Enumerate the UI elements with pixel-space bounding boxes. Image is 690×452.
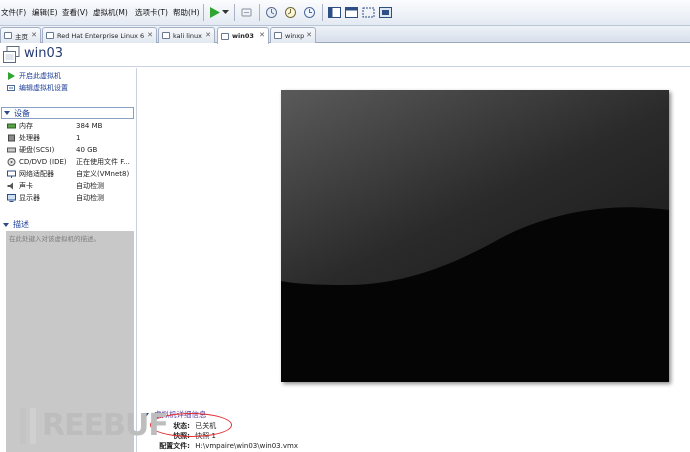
device-name: 显示器 bbox=[19, 194, 40, 202]
view-console-icon[interactable] bbox=[344, 5, 359, 20]
tab-kali[interactable]: kali linux ✕ bbox=[158, 27, 215, 43]
cdrom-icon bbox=[7, 158, 16, 166]
network-icon bbox=[7, 170, 16, 178]
edit-vm-settings-link[interactable]: 编辑虚拟机设置 bbox=[7, 83, 68, 93]
device-row-sound[interactable]: 声卡 自动检测 bbox=[7, 180, 132, 192]
cpu-icon bbox=[8, 134, 15, 142]
view-unity-icon[interactable] bbox=[378, 5, 393, 20]
watermark-text: REEBUF bbox=[42, 408, 169, 443]
section-title: 设备 bbox=[14, 108, 30, 118]
device-row-network[interactable]: 网络适配器 自定义(VMnet8) bbox=[7, 168, 132, 180]
vm-icon bbox=[274, 32, 282, 39]
device-name: 网络适配器 bbox=[19, 170, 54, 178]
command-label: 编辑虚拟机设置 bbox=[19, 84, 68, 92]
toolbar-separator bbox=[259, 4, 260, 21]
device-value: 384 MB bbox=[76, 122, 103, 130]
snapshot-manager-icon[interactable] bbox=[302, 5, 317, 20]
snapshot-take-icon[interactable] bbox=[264, 5, 279, 20]
device-row-memory[interactable]: 内存 384 MB bbox=[7, 120, 132, 132]
device-name: 处理器 bbox=[19, 134, 40, 142]
tab-label: 主页 bbox=[15, 32, 28, 41]
close-icon[interactable]: ✕ bbox=[306, 31, 312, 39]
description-placeholder: 在此处键入对该虚拟机的描述。 bbox=[9, 235, 100, 243]
vm-icon bbox=[46, 32, 54, 39]
description-section-header[interactable]: 描述 bbox=[1, 219, 134, 230]
tab-label: kali linux bbox=[173, 31, 203, 40]
play-icon bbox=[8, 72, 15, 80]
menu-toolbar-bar: 文件(F) 编辑(E) 查看(V) 虚拟机(M) 选项卡(T) 帮助(H) bbox=[0, 0, 690, 26]
device-value: 自定义(VMnet8) bbox=[76, 170, 130, 178]
device-value: 自动检测 bbox=[76, 194, 104, 202]
toolbar-separator bbox=[203, 4, 204, 21]
display-icon bbox=[7, 194, 16, 202]
close-icon[interactable]: ✕ bbox=[259, 31, 265, 39]
device-row-display[interactable]: 显示器 自动检测 bbox=[7, 192, 132, 204]
tab-winxp[interactable]: winxp ✕ bbox=[270, 27, 316, 43]
detail-row-config-file: 配置文件: H:\vmpaire\win03\win03.vmx bbox=[150, 441, 298, 451]
memory-icon bbox=[7, 123, 16, 129]
device-name: CD/DVD (IDE) bbox=[19, 158, 67, 166]
command-label: 开启此虚拟机 bbox=[19, 72, 61, 80]
collapse-arrow-icon[interactable] bbox=[3, 222, 9, 227]
toolbar-separator bbox=[322, 4, 323, 21]
sound-icon bbox=[7, 182, 13, 190]
tab-label: Red Hat Enterprise Linux 6 bbox=[57, 31, 145, 40]
power-on-icon[interactable] bbox=[207, 5, 222, 20]
tab-label: winxp bbox=[285, 31, 305, 40]
close-icon[interactable]: ✕ bbox=[147, 31, 153, 39]
devices-section-header[interactable]: 设备 bbox=[1, 107, 134, 119]
settings-icon bbox=[7, 85, 15, 91]
device-row-harddisk[interactable]: 硬盘(SCSI) 40 GB bbox=[7, 144, 132, 156]
device-value: 1 bbox=[76, 134, 81, 142]
vm-preview-screen[interactable] bbox=[281, 90, 669, 382]
vm-icon bbox=[3, 46, 20, 64]
close-icon[interactable]: ✕ bbox=[31, 31, 37, 39]
device-name: 声卡 bbox=[19, 182, 33, 190]
menu-help[interactable]: 帮助(H) bbox=[173, 7, 200, 18]
device-name: 内存 bbox=[19, 122, 33, 130]
main-panel bbox=[138, 68, 690, 452]
page-title: win03 bbox=[24, 46, 64, 61]
collapse-arrow-icon[interactable] bbox=[4, 111, 10, 115]
close-icon[interactable]: ✕ bbox=[205, 31, 211, 39]
view-normal-icon[interactable] bbox=[327, 5, 342, 20]
tab-home[interactable]: 主页 ✕ bbox=[0, 27, 41, 43]
section-title: 描述 bbox=[13, 220, 29, 229]
device-name: 硬盘(SCSI) bbox=[19, 146, 55, 154]
vm-header: win03 bbox=[0, 44, 690, 67]
vm-icon bbox=[162, 32, 170, 39]
home-icon bbox=[4, 32, 12, 39]
device-value: 40 GB bbox=[76, 146, 98, 154]
menu-file[interactable]: 文件(F) bbox=[1, 7, 26, 18]
view-fullscreen-icon[interactable] bbox=[361, 5, 376, 20]
vm-icon bbox=[221, 32, 229, 40]
device-value: 正在使用文件 F... bbox=[76, 158, 130, 166]
tab-label: win03 bbox=[232, 32, 254, 40]
menu-edit[interactable]: 编辑(E) bbox=[32, 7, 58, 18]
menu-vm[interactable]: 虚拟机(M) bbox=[93, 7, 128, 18]
dropdown-arrow-icon[interactable] bbox=[221, 5, 230, 20]
menu-view[interactable]: 查看(V) bbox=[62, 7, 88, 18]
menu-tabs[interactable]: 选项卡(T) bbox=[135, 7, 168, 18]
harddisk-icon bbox=[7, 147, 16, 153]
power-on-vm-link[interactable]: 开启此虚拟机 bbox=[7, 71, 61, 81]
snapshot-revert-icon[interactable] bbox=[283, 5, 298, 20]
device-row-cpu[interactable]: 处理器 1 bbox=[7, 132, 132, 144]
device-row-cdrom[interactable]: CD/DVD (IDE) 正在使用文件 F... bbox=[7, 156, 132, 168]
tab-win03[interactable]: win03 ✕ bbox=[217, 27, 269, 44]
tab-bar: 主页 ✕ Red Hat Enterprise Linux 6 ✕ kali l… bbox=[0, 26, 690, 44]
detail-value: H:\vmpaire\win03\win03.vmx bbox=[195, 442, 298, 450]
device-value: 自动检测 bbox=[76, 182, 104, 190]
send-ctrl-alt-del-icon[interactable] bbox=[239, 5, 254, 20]
toolbar-separator bbox=[234, 4, 235, 21]
vm-preview-graphic bbox=[281, 90, 669, 382]
tab-redhat[interactable]: Red Hat Enterprise Linux 6 ✕ bbox=[42, 27, 157, 43]
